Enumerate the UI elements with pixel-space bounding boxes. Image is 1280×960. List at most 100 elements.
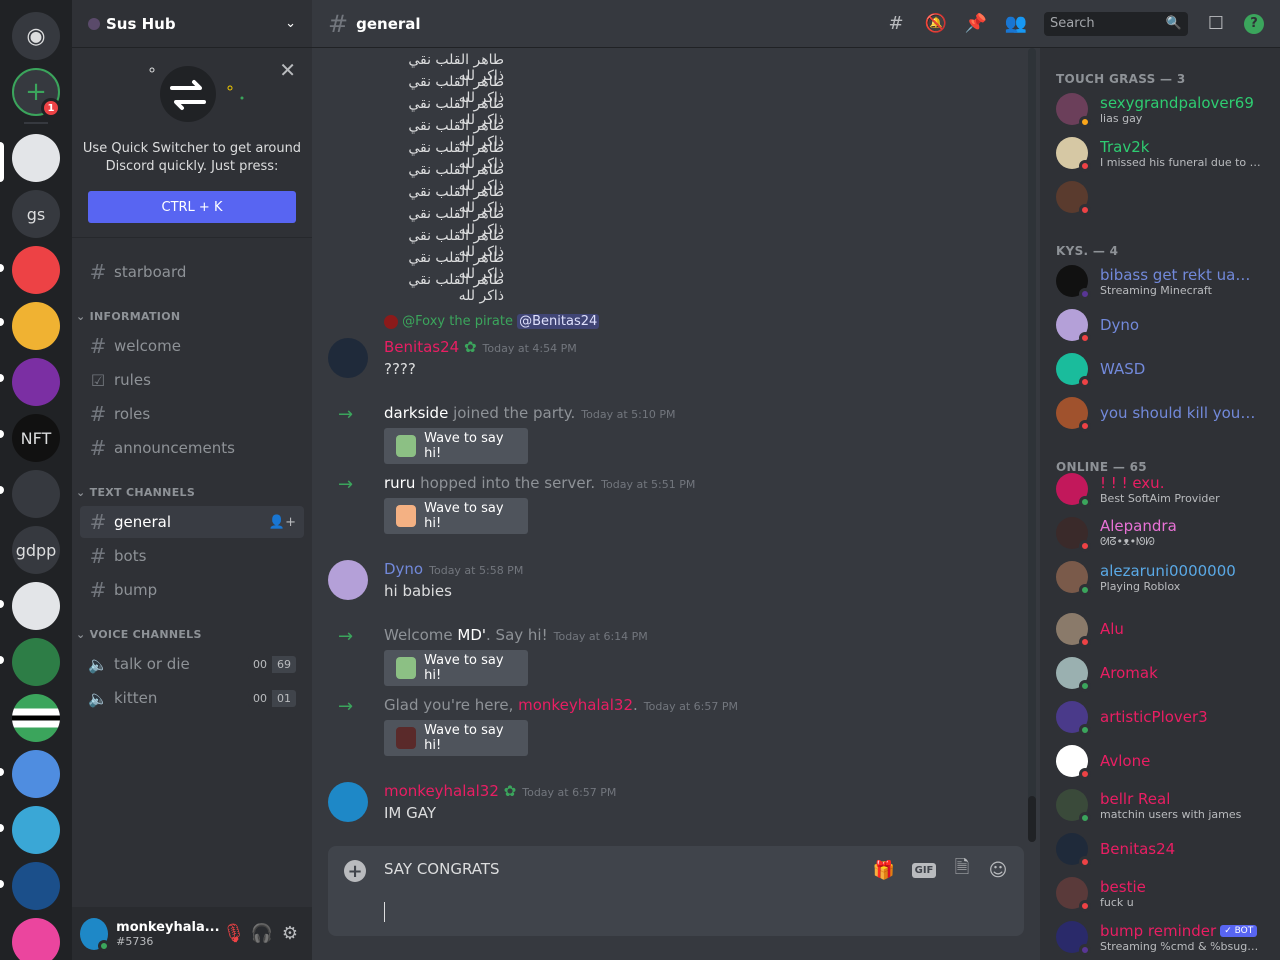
- channel-bots[interactable]: # bots: [80, 540, 304, 572]
- member-item[interactable]: sexygrandpalover69 lias gay: [1048, 88, 1272, 130]
- member-item[interactable]: Alepandra ᘛᘔ•ᴥ•ᘚᘗ: [1048, 512, 1272, 554]
- member-item[interactable]: alezaruni0000000 Playing Roblox: [1048, 556, 1272, 598]
- avatar[interactable]: [328, 782, 368, 822]
- gift-icon[interactable]: 🎁: [872, 858, 896, 882]
- voice-user-limit: 00 69: [248, 655, 296, 673]
- member-info: bibass get rekt uamee...Streaming Minecr…: [1100, 266, 1260, 297]
- quick-switcher-button[interactable]: CTRL + K: [88, 191, 296, 223]
- voice-channel-talk-or-die[interactable]: 🔈 talk or die 00 69: [80, 648, 304, 680]
- member-item[interactable]: ! ! ! exu. Best SoftAim Provider: [1048, 468, 1272, 510]
- mute-mic-icon[interactable]: 🎙: [220, 918, 248, 950]
- message-composer[interactable]: + SAY CONGRATS 🎁 GIF 🗎 ☺: [328, 846, 1024, 936]
- avatar: [1056, 397, 1091, 432]
- wave-button[interactable]: Wave to say hi!: [384, 720, 528, 756]
- category-voice-channels[interactable]: ⌄ VOICE CHANNELS: [76, 628, 202, 641]
- category-text-channels[interactable]: ⌄ TEXT CHANNELS: [76, 486, 195, 499]
- server-icon-7[interactable]: NFT: [12, 414, 60, 462]
- member-info: you should kill yoursel...: [1100, 404, 1260, 422]
- pin-icon[interactable]: 📌: [964, 12, 988, 36]
- server-header[interactable]: Sus Hub ⌄: [72, 0, 312, 48]
- wave-button[interactable]: Wave to say hi!: [384, 498, 528, 534]
- discord-logo-icon[interactable]: ◉: [12, 12, 60, 60]
- server-icon-9[interactable]: gdpp: [12, 526, 60, 574]
- notification-bell-muted-icon[interactable]: 🔕: [924, 12, 948, 36]
- member-status: Streaming Minecraft: [1100, 283, 1212, 297]
- member-info: Dyno: [1100, 316, 1139, 334]
- category-information[interactable]: ⌄ INFORMATION: [76, 310, 180, 323]
- server-icon-5[interactable]: [12, 302, 60, 350]
- message-input[interactable]: SAY CONGRATS: [384, 860, 500, 878]
- headphones-icon[interactable]: 🎧: [248, 918, 276, 950]
- server-icon-11[interactable]: [12, 638, 60, 686]
- member-item[interactable]: you should kill yoursel...: [1048, 392, 1272, 434]
- status-dot: [1079, 116, 1091, 128]
- server-icon-3[interactable]: gs: [12, 190, 60, 238]
- member-item[interactable]: bellr Real matchin users with james: [1048, 784, 1272, 826]
- channel-roles[interactable]: # roles: [80, 398, 304, 430]
- channel-welcome[interactable]: # welcome: [80, 330, 304, 362]
- server-name: Sus Hub: [106, 14, 176, 33]
- member-item[interactable]: bump reminder ✓ BOT Streaming %cmd & %bsug…: [1048, 916, 1272, 958]
- reply-preview[interactable]: @Foxy the pirate @Benitas24: [384, 314, 600, 329]
- member-list-icon[interactable]: 👥: [1004, 12, 1028, 36]
- member-item[interactable]: Trav2kI missed his funeral due to covi..…: [1048, 132, 1272, 174]
- member-item[interactable]: WASD: [1048, 348, 1272, 390]
- avatar[interactable]: [328, 560, 368, 600]
- member-item[interactable]: Dyno: [1048, 304, 1272, 346]
- channel-starboard[interactable]: # starboard: [80, 256, 304, 288]
- server-icon-15[interactable]: [12, 862, 60, 910]
- server-unread-pill: [0, 824, 4, 832]
- member-info: alezaruni0000000 Playing Roblox: [1100, 562, 1236, 593]
- member-item[interactable]: Aromak: [1048, 652, 1272, 694]
- member-name: bestie: [1100, 877, 1146, 896]
- search-input[interactable]: Search 🔍: [1044, 11, 1188, 36]
- member-item[interactable]: artisticPlover3: [1048, 696, 1272, 738]
- member-name: artisticPlover3: [1100, 708, 1208, 726]
- member-item[interactable]: Benitas24: [1048, 828, 1272, 870]
- gif-icon[interactable]: GIF: [911, 858, 937, 882]
- message-author[interactable]: Dyno Today at 5:58 PM: [384, 560, 523, 578]
- member-item[interactable]: bibass get rekt uamee...Streaming Minecr…: [1048, 260, 1272, 302]
- scrollbar-track[interactable]: [1028, 48, 1036, 832]
- member-item[interactable]: bestie fuck u: [1048, 872, 1272, 914]
- sticker-icon[interactable]: 🗎: [950, 857, 974, 882]
- server-icon-10[interactable]: [12, 582, 60, 630]
- member-item[interactable]: [1048, 176, 1272, 218]
- close-icon[interactable]: ✕: [279, 58, 296, 82]
- inbox-icon[interactable]: ☐: [1204, 12, 1228, 36]
- wave-button[interactable]: Wave to say hi!: [384, 650, 528, 686]
- message-author[interactable]: Benitas24 ✿ Today at 4:54 PM: [384, 338, 577, 356]
- server-icon-6[interactable]: [12, 358, 60, 406]
- threads-icon[interactable]: #: [884, 12, 908, 36]
- avatar[interactable]: [328, 338, 368, 378]
- invite-icon[interactable]: 👤+: [269, 515, 296, 530]
- emoji-icon[interactable]: ☺: [986, 858, 1010, 882]
- member-item[interactable]: Alu: [1048, 608, 1272, 650]
- channel-bump[interactable]: # bump: [80, 574, 304, 606]
- server-icon-2[interactable]: [12, 134, 60, 182]
- server-icon-12[interactable]: [12, 694, 60, 742]
- server-icon-14[interactable]: [12, 806, 60, 854]
- member-name: Dyno: [1100, 316, 1140, 334]
- member-item[interactable]: Avlone: [1048, 740, 1272, 782]
- channel-announcements[interactable]: # announcements: [80, 432, 304, 464]
- server-icon-16[interactable]: [12, 918, 60, 960]
- attach-plus-icon[interactable]: +: [344, 860, 366, 882]
- join-arrow-icon: →: [338, 626, 354, 647]
- scrollbar-thumb[interactable]: [1028, 796, 1036, 842]
- voice-channel-kitten[interactable]: 🔈 kitten 00 01: [80, 682, 304, 714]
- member-name: Trav2k: [1100, 137, 1150, 156]
- user-name-block[interactable]: monkeyhala... #5736: [116, 920, 219, 948]
- status-dot: [1079, 332, 1091, 344]
- server-icon-8[interactable]: [12, 470, 60, 518]
- help-icon[interactable]: ?: [1244, 13, 1264, 34]
- avatar: [1056, 181, 1091, 216]
- server-icon-13[interactable]: [12, 750, 60, 798]
- channel-rules[interactable]: ☑ rules: [80, 364, 304, 396]
- channel-general[interactable]: # general 👤+: [80, 506, 304, 538]
- message-author[interactable]: monkeyhalal32 ✿ Today at 6:57 PM: [384, 782, 616, 800]
- wave-button[interactable]: Wave to say hi!: [384, 428, 528, 464]
- avatar[interactable]: [80, 917, 111, 952]
- server-icon-4[interactable]: [12, 246, 60, 294]
- gear-icon[interactable]: ⚙: [276, 918, 304, 950]
